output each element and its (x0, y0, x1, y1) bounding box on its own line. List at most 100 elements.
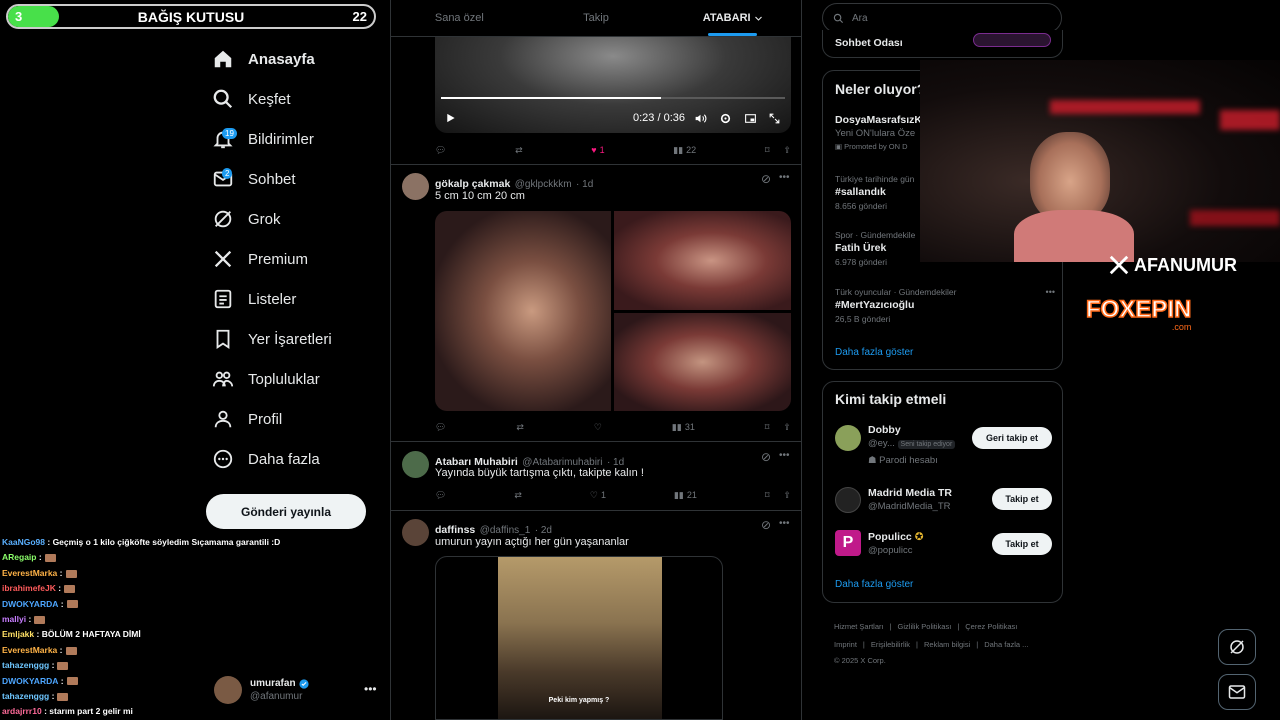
picture-in-picture-icon[interactable] (744, 112, 757, 125)
populicc-logo-icon[interactable]: P (835, 530, 861, 556)
post-actions: 💬︎ ⇄ ♡ 1 ▮▮ 21 ⌑ ⇪ (435, 488, 791, 502)
sidebar-item-keşfet[interactable]: Keşfet (212, 82, 291, 116)
repost-icon[interactable]: ⇄ (514, 490, 522, 501)
footer-link[interactable]: Reklam bilgisi (924, 640, 970, 649)
footer-link[interactable]: Daha fazla ... (984, 640, 1028, 649)
sidebar-item-sohbet[interactable]: 2 Sohbet (212, 162, 296, 196)
sidebar-item-listeler[interactable]: Listeler (212, 282, 296, 316)
chat-room-card[interactable]: Sohbet Odası (822, 30, 1063, 58)
media-image[interactable] (614, 211, 791, 310)
search-input[interactable]: Ara (822, 3, 1062, 33)
grok-icon[interactable]: ⊘ (761, 518, 771, 532)
reply-icon[interactable]: 💬︎ (435, 422, 446, 433)
like-button[interactable]: ♥ 1 (591, 145, 604, 155)
footer-link[interactable]: Çerez Politikası (965, 622, 1017, 631)
reply-icon[interactable]: 💬︎ (435, 490, 446, 501)
avatar[interactable] (402, 519, 429, 546)
avatar[interactable] (402, 173, 429, 200)
more-icon[interactable]: ••• (779, 450, 790, 461)
media-image[interactable] (435, 211, 611, 411)
chat-username: ARegaip (2, 552, 37, 563)
tab-for-you[interactable]: Sana özel (391, 0, 528, 36)
volume-icon[interactable] (694, 112, 707, 125)
more-icon[interactable]: ••• (779, 518, 790, 529)
trends-title: Neler oluyor? (835, 81, 926, 97)
sidebar-item-profil[interactable]: Profil (212, 402, 282, 436)
post-age[interactable]: · 2d (535, 525, 552, 536)
avatar[interactable] (835, 425, 861, 451)
sidebar-item-grok[interactable]: Grok (212, 202, 281, 236)
tab-atabari[interactable]: ATABARI (664, 0, 801, 36)
more-icon[interactable]: ••• (364, 682, 377, 696)
footer-link[interactable]: Hizmet Şartları (834, 622, 884, 631)
post-media-grid[interactable] (435, 211, 791, 411)
emote-icon (57, 662, 69, 670)
chat-message: ARegaip : (2, 550, 292, 565)
x-logo-icon (1109, 255, 1129, 275)
trend-item[interactable]: Türk oyuncular · Gündemdekiler #MertYazı… (835, 287, 1055, 324)
repost-icon[interactable]: ⇄ (516, 422, 524, 433)
fullscreen-icon[interactable] (768, 112, 781, 125)
footer-link[interactable]: Imprint (834, 640, 857, 649)
video-player[interactable]: 0:23 / 0:36 (435, 37, 791, 133)
sidebar-item-daha-fazla[interactable]: Daha fazla (212, 442, 320, 476)
suggestion-dobby[interactable]: Dobby @ey... Seni takip ediyor ☗ Parodi … (868, 424, 956, 467)
sidebar-item-yer-i-şaretleri[interactable]: Yer İşaretleri (212, 322, 332, 356)
grok-icon[interactable]: ⊘ (761, 172, 771, 186)
trends-show-more[interactable]: Daha fazla göster (835, 347, 913, 358)
post-author[interactable]: daffinss (435, 524, 475, 536)
bookmark-icon[interactable]: ⌑ (765, 145, 770, 156)
reply-icon[interactable]: 💬︎ (435, 145, 446, 156)
grok-fab-button[interactable] (1218, 629, 1256, 665)
avatar[interactable] (402, 451, 429, 478)
follow-button[interactable]: Takip et (992, 533, 1052, 555)
bookmark-icon[interactable]: ⌑ (765, 490, 770, 501)
like-button[interactable]: ♡ 1 (590, 490, 606, 501)
share-icon[interactable]: ⇪ (783, 422, 791, 433)
donation-bar: 3 BAĞIŞ KUTUSU 22 (6, 4, 376, 29)
messages-fab-button[interactable] (1218, 674, 1256, 710)
play-icon[interactable] (445, 112, 456, 124)
sidebar-item-premium[interactable]: Premium (212, 242, 308, 276)
post-age[interactable]: · 1d (576, 179, 593, 190)
footer-link[interactable]: Erişilebilirlik (871, 640, 910, 649)
emote-icon (44, 554, 56, 563)
post-video[interactable]: Peki kim yapmış ? (435, 556, 723, 720)
trend-item[interactable]: Türkiye tarihinde gün #sallandık 8.656 g… (835, 174, 914, 211)
post-handle[interactable]: @gklpckkkm (515, 179, 572, 190)
donation-goal: 22 (352, 9, 367, 24)
chat-username: tahazenggg (2, 660, 50, 671)
follow-back-button[interactable]: Geri takip et (972, 427, 1052, 449)
avatar[interactable] (835, 487, 861, 513)
follow-button[interactable]: Takip et (992, 488, 1052, 510)
sidebar-item-topluluklar[interactable]: Topluluklar (212, 362, 320, 396)
tab-following[interactable]: Takip (528, 0, 665, 36)
grok-icon (214, 210, 232, 228)
suggestion-populicc[interactable]: Populicc ✪ @populicc (868, 530, 924, 558)
grok-icon[interactable]: ⊘ (761, 450, 771, 464)
emote-icon (64, 584, 76, 593)
more-circle-icon (213, 449, 233, 469)
mail-icon (1228, 685, 1246, 699)
repost-icon[interactable]: ⇄ (515, 145, 523, 156)
sidebar-item-bildirimler[interactable]: 19 Bildirimler (212, 122, 314, 156)
bookmark-icon[interactable]: ⌑ (765, 422, 770, 433)
share-icon[interactable]: ⇪ (783, 145, 791, 156)
more-icon[interactable]: ••• (1046, 287, 1055, 297)
footer-link[interactable]: Gizlilik Politikası (898, 622, 952, 631)
settings-gear-icon[interactable] (719, 112, 732, 125)
trend-item[interactable]: DosyaMasrafsızK Yeni ON'lulara Öze ▣ Pro… (835, 114, 922, 151)
post-actions: 💬︎ ⇄ ♡ ▮▮ 31 ⌑ ⇪ (435, 420, 791, 434)
like-icon[interactable]: ♡ (594, 422, 602, 433)
post-handle[interactable]: @daffins_1 (480, 525, 531, 536)
trend-item[interactable]: Spor · Gündemdekile Fatih Ürek 6.978 gön… (835, 230, 915, 267)
video-progress-track[interactable] (441, 97, 785, 99)
share-icon[interactable]: ⇪ (783, 490, 791, 501)
sidebar-item-anasayfa[interactable]: Anasayfa (212, 42, 315, 76)
who-show-more[interactable]: Daha fazla göster (835, 579, 913, 590)
media-image[interactable] (614, 313, 791, 411)
post-author[interactable]: gökalp çakmak (435, 178, 510, 190)
suggestion-madrid[interactable]: Madrid Media TR @MadridMedia_TR (868, 486, 952, 514)
chat-text: : starım part 2 gelir mi (44, 706, 133, 717)
more-icon[interactable]: ••• (779, 172, 790, 183)
